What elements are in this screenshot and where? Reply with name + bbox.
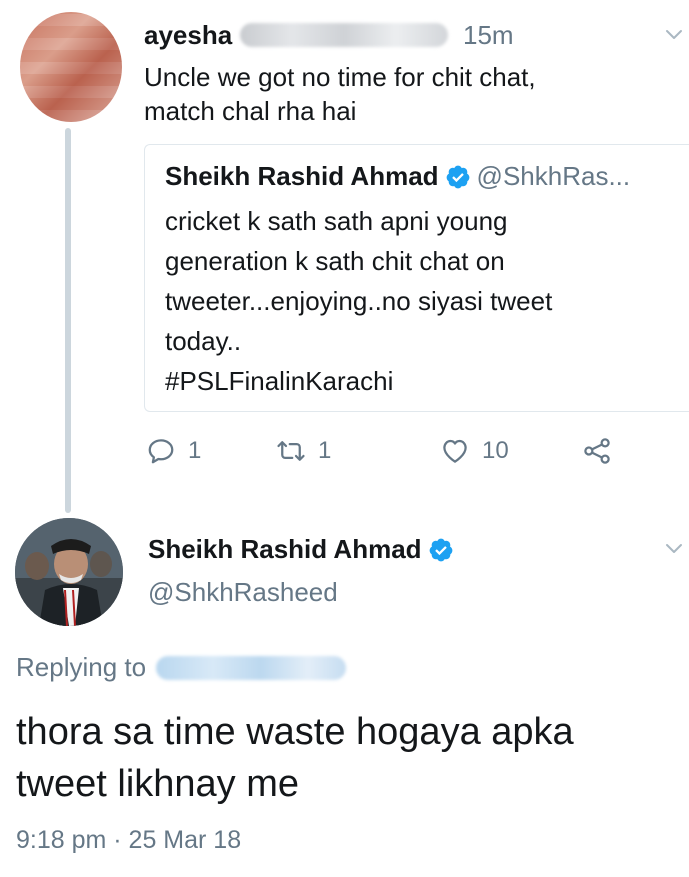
retweet-button[interactable]: 1 <box>276 436 331 466</box>
like-button[interactable]: 10 <box>440 436 509 466</box>
main-author-name-row: Sheikh Rashid Ahmad <box>148 534 454 565</box>
reply-author-avatar[interactable] <box>20 12 122 122</box>
reply-text-line: Uncle we got no time for chit chat, <box>144 62 536 92</box>
main-author-name[interactable]: Sheikh Rashid Ahmad <box>148 534 422 565</box>
reply-count: 1 <box>188 437 202 464</box>
quoted-hashtag[interactable]: #PSLFinalinKarachi <box>165 361 635 401</box>
reply-author-name[interactable]: ayesha <box>144 20 232 51</box>
reply-tweet-text: Uncle we got no time for chit chat, matc… <box>144 60 644 128</box>
quoted-text-line: generation k sath chit chat on <box>165 246 505 276</box>
replying-to-label: Replying to <box>16 652 147 682</box>
reply-button[interactable]: 1 <box>146 436 201 466</box>
main-text-line: thora sa time waste hogaya apka <box>16 711 574 753</box>
reply-tweet-header: ayesha <box>144 18 449 52</box>
replying-to-handle-redacted[interactable] <box>156 655 347 680</box>
quoted-text-line: cricket k sath sath apni young <box>165 206 508 236</box>
chevron-down-icon[interactable] <box>664 538 684 558</box>
main-tweet-text: thora sa time waste hogaya apka tweet li… <box>16 706 676 810</box>
quoted-tweet-card[interactable]: Sheikh Rashid Ahmad @ShkhRas... cricket … <box>144 144 689 412</box>
main-text-line: tweet likhnay me <box>16 763 300 805</box>
reply-icon <box>148 439 174 464</box>
replying-to-row: Replying to <box>16 652 347 683</box>
reply-author-handle-redacted <box>240 23 449 47</box>
quoted-tweet-header: Sheikh Rashid Ahmad @ShkhRas... <box>165 161 630 192</box>
main-author-avatar[interactable] <box>15 518 123 626</box>
retweet-icon <box>277 441 305 461</box>
quoted-text-line: tweeter...enjoying..no siyasi tweet <box>165 286 553 316</box>
reply-text-line: match chal rha hai <box>144 96 357 126</box>
quoted-text-line: today.. <box>165 326 242 356</box>
share-button[interactable] <box>582 436 612 466</box>
quoted-tweet-text: cricket k sath sath apni young generatio… <box>165 201 635 401</box>
thread-connector-line <box>65 128 71 513</box>
retweet-count: 1 <box>318 437 332 464</box>
main-author-handle[interactable]: @ShkhRasheed <box>148 577 338 608</box>
share-icon <box>584 438 610 464</box>
reply-tweet-time[interactable]: 15m <box>463 18 514 52</box>
like-count: 10 <box>482 437 509 464</box>
like-icon <box>443 439 467 463</box>
verified-badge-icon <box>446 165 469 188</box>
verified-badge-icon <box>429 538 452 561</box>
tweet-timestamp[interactable]: 9:18 pm · 25 Mar 18 <box>16 826 241 855</box>
tweet-action-bar: 1 1 10 <box>146 436 626 476</box>
profile-photo <box>15 518 123 626</box>
quoted-author-handle: @ShkhRas... <box>476 161 631 191</box>
quoted-author-name: Sheikh Rashid Ahmad <box>165 161 439 191</box>
chevron-down-icon[interactable] <box>664 24 684 44</box>
